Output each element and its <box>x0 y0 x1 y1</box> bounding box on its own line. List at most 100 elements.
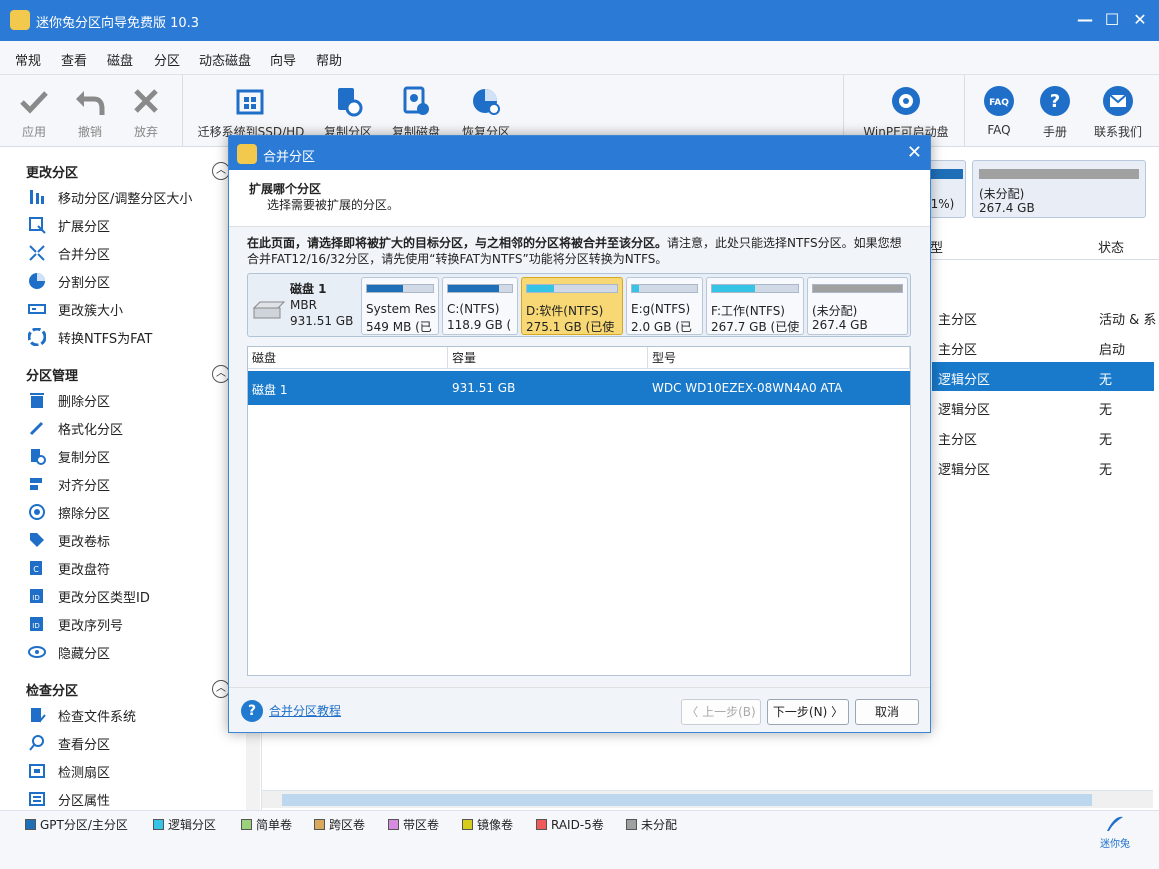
row-type[interactable]: 主分区 <box>938 429 977 448</box>
op-split[interactable]: 分割分区 <box>28 270 110 292</box>
dialog-subheading: 选择需要被扩展的分区。 <box>267 198 400 212</box>
menu-wizard[interactable]: 向导 <box>270 50 296 69</box>
disk-info[interactable]: 磁盘 1 MBR 931.51 GB <box>252 278 360 332</box>
row-type[interactable]: 主分区 <box>938 309 977 328</box>
partition-card[interactable]: E:g(NTFS) 2.0 GB (已 <box>626 277 703 335</box>
op-surface-test[interactable]: 检测扇区 <box>28 760 110 782</box>
section-change-partition: 更改分区 <box>26 166 79 181</box>
table-row[interactable]: 磁盘 1 931.51 GB WDC WD10EZEX-08WN4A0 ATA <box>248 371 910 405</box>
row-status[interactable]: 无 <box>1099 459 1112 478</box>
menu-view[interactable]: 查看 <box>61 50 87 69</box>
migrate-os-button[interactable]: 迁移系统到SSD/HD <box>196 83 306 140</box>
menu-help[interactable]: 帮助 <box>316 50 342 69</box>
maximize-button[interactable]: ☐ <box>1102 10 1122 30</box>
menu-dynamic-disk[interactable]: 动态磁盘 <box>199 50 251 69</box>
copy-disk-button[interactable]: 复制磁盘 <box>388 83 444 140</box>
menu-general[interactable]: 常规 <box>15 50 41 69</box>
disk-table: 磁盘 容量 型号 磁盘 1 931.51 GB WDC WD10EZEX-08W… <box>247 346 911 676</box>
disk-map: 磁盘 1 MBR 931.51 GB System Res 549 MB (已 C:… <box>247 273 911 337</box>
op-merge[interactable]: 合并分区 <box>28 242 110 264</box>
partition-card[interactable]: (未分配) 267.4 GB <box>807 277 908 335</box>
row-status[interactable]: 启动 <box>1099 339 1125 358</box>
disc-icon <box>888 83 924 119</box>
cluster-icon <box>28 300 46 318</box>
undo-label: 撤销 <box>77 125 102 139</box>
scrollbar-thumb[interactable] <box>282 794 1092 806</box>
op-wipe[interactable]: 擦除分区 <box>28 501 110 523</box>
partition-usage-bar <box>711 284 799 293</box>
dialog-heading: 扩展哪个分区 <box>249 182 322 196</box>
row-type[interactable]: 逻辑分区 <box>938 399 990 418</box>
op-ntfs-to-fat[interactable]: 转换NTFS为FAT <box>28 326 152 348</box>
minimize-button[interactable]: — <box>1075 10 1095 30</box>
op-change-label[interactable]: 更改卷标 <box>28 529 110 551</box>
partition-card[interactable]: C:(NTFS) 118.9 GB ( <box>442 277 518 335</box>
undo-button[interactable]: 撤销 <box>70 83 110 140</box>
partition-card[interactable]: D:软件(NTFS) 275.1 GB (已使 <box>521 277 623 335</box>
column-capacity[interactable]: 容量 <box>448 347 648 369</box>
recover-partition-button[interactable]: 恢复分区 <box>458 83 514 140</box>
help-icon[interactable]: ? <box>241 700 263 722</box>
apply-button[interactable]: 应用 <box>14 83 54 140</box>
op-check-fs[interactable]: 检查文件系统 <box>28 704 136 726</box>
contact-button[interactable]: 联系我们 <box>1090 83 1146 140</box>
faq-button[interactable]: FAQ FAQ <box>980 83 1018 137</box>
cancel-button[interactable]: 取消 <box>855 699 919 725</box>
align-icon <box>28 475 46 493</box>
partition-name: C:(NTFS) <box>447 302 500 316</box>
manual-button[interactable]: ? 手册 <box>1036 83 1074 140</box>
row-type[interactable]: 逻辑分区 <box>938 369 990 388</box>
row-status[interactable]: 无 <box>1099 369 1112 388</box>
properties-icon <box>28 790 46 808</box>
op-properties[interactable]: 分区属性 <box>28 788 110 810</box>
svg-text:?: ? <box>1050 91 1060 112</box>
dialog-close-icon[interactable]: ✕ <box>907 142 922 163</box>
op-change-serial[interactable]: ID 更改序列号 <box>28 613 123 635</box>
op-move-resize[interactable]: 移动分区/调整分区大小 <box>28 186 192 208</box>
op-format[interactable]: 格式化分区 <box>28 417 123 439</box>
magnifier-icon <box>28 734 46 752</box>
next-button[interactable]: 下一步(N) 〉 <box>767 699 849 725</box>
op-explore[interactable]: 查看分区 <box>28 732 110 754</box>
menu-partition[interactable]: 分区 <box>154 50 180 69</box>
row-status[interactable]: 无 <box>1099 429 1112 448</box>
op-change-type-id[interactable]: ID 更改分区类型ID <box>28 585 150 607</box>
section-partition-management: 分区管理 <box>26 369 79 384</box>
partition-card[interactable]: F:工作(NTFS) 267.7 GB (已使 <box>706 277 804 335</box>
pie-icon <box>28 272 46 290</box>
faq-label: FAQ <box>987 123 1011 137</box>
op-hide[interactable]: 隐藏分区 <box>28 641 110 663</box>
row-type[interactable]: 逻辑分区 <box>938 459 990 478</box>
legend-bar: GPT分区/主分区 逻辑分区 简单卷 跨区卷 带区卷 镜像卷 RAID-5卷 未… <box>0 810 1159 869</box>
svg-text:FAQ: FAQ <box>989 98 1009 108</box>
op-change-letter[interactable]: C 更改盘符 <box>28 557 110 579</box>
merge-tutorial-link[interactable]: 合并分区教程 <box>269 702 341 719</box>
column-model[interactable]: 型号 <box>648 347 910 369</box>
row-type[interactable]: 主分区 <box>938 339 977 358</box>
partition-card[interactable]: System Res 549 MB (已 <box>361 277 439 335</box>
svg-text:ID: ID <box>32 594 39 602</box>
partition-usage-bar <box>631 284 698 293</box>
close-button[interactable]: ✕ <box>1130 10 1150 30</box>
op-delete[interactable]: 删除分区 <box>28 389 110 411</box>
op-align[interactable]: 对齐分区 <box>28 473 110 495</box>
op-copy[interactable]: 复制分区 <box>28 445 110 467</box>
help-icon: ? <box>1037 83 1073 119</box>
copy-partition-button[interactable]: 复制分区 <box>320 83 376 140</box>
dialog-title-bar: 合并分区 ✕ <box>229 136 930 170</box>
menu-disk[interactable]: 磁盘 <box>107 50 133 69</box>
column-disk[interactable]: 磁盘 <box>248 347 448 369</box>
horizontal-scrollbar[interactable] <box>262 790 1153 808</box>
prev-button[interactable]: 〈 上一步(B) <box>681 699 761 725</box>
brand-logo-icon <box>1107 816 1123 831</box>
dialog-logo-icon <box>237 144 257 164</box>
partition-card-unallocated[interactable]: (未分配) 267.4 GB <box>972 160 1146 218</box>
row-status[interactable]: 活动 & 系 <box>1099 309 1156 328</box>
row-status[interactable]: 无 <box>1099 399 1112 418</box>
op-extend[interactable]: 扩展分区 <box>28 214 110 236</box>
op-cluster-size[interactable]: 更改簇大小 <box>28 298 123 320</box>
brand-logo: 迷你兔 <box>1090 813 1140 850</box>
winpe-button[interactable]: WinPE可启动盘 <box>858 83 954 140</box>
discard-button[interactable]: 放弃 <box>126 83 166 140</box>
check-fs-icon <box>28 706 46 724</box>
